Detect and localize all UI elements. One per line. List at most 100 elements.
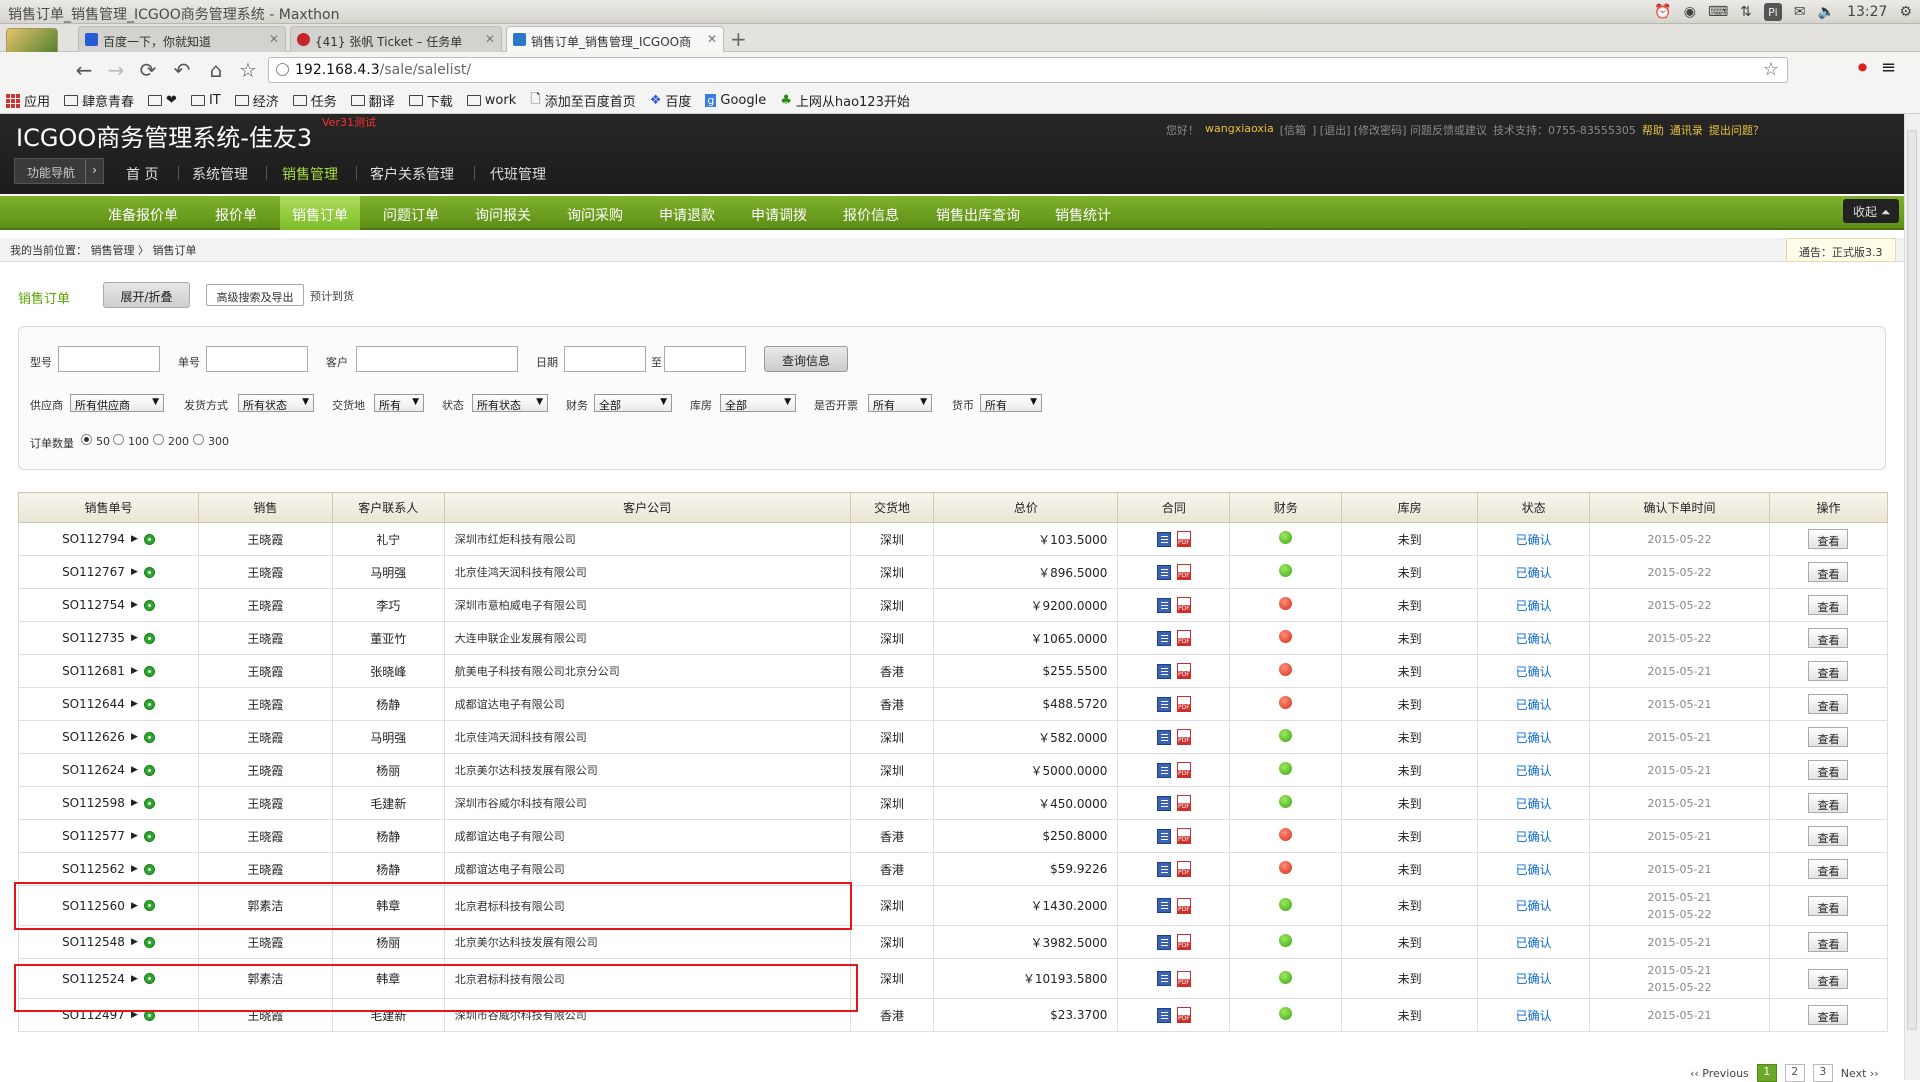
contacts-link[interactable]: 通讯录 bbox=[1670, 122, 1703, 138]
expand-triangle-icon[interactable]: ▶ bbox=[131, 937, 138, 947]
table-row[interactable]: SO112577 ▶ 王晓霞 杨静 成都谊达电子有限公司 香港 $250.8000 未到 已确认… bbox=[18, 819, 1889, 853]
order-no-link[interactable]: SO112794 bbox=[62, 532, 125, 546]
pdf-icon[interactable] bbox=[1176, 729, 1191, 745]
date-from-input[interactable] bbox=[564, 346, 646, 372]
expand-triangle-icon[interactable]: ▶ bbox=[131, 666, 138, 676]
view-button[interactable]: 查看 bbox=[1808, 932, 1849, 952]
word-document-icon[interactable] bbox=[1156, 630, 1171, 646]
mail-icon[interactable]: ✉ bbox=[1794, 4, 1806, 20]
menu-sales[interactable]: 销售管理 bbox=[282, 164, 338, 184]
expand-triangle-icon[interactable]: ▶ bbox=[131, 831, 138, 841]
order-no-link[interactable]: SO112681 bbox=[62, 664, 125, 678]
word-document-icon[interactable] bbox=[1156, 696, 1171, 712]
order-no-link[interactable]: SO112626 bbox=[62, 730, 125, 744]
word-document-icon[interactable] bbox=[1156, 762, 1171, 778]
bookmark-folder[interactable]: 经济 bbox=[234, 91, 279, 110]
back-icon[interactable]: ← bbox=[72, 58, 96, 82]
order-no-link[interactable]: SO112624 bbox=[62, 763, 125, 777]
order-no-link[interactable]: SO112562 bbox=[62, 862, 125, 876]
ask-question-link[interactable]: 提出问题？ bbox=[1709, 122, 1764, 138]
word-document-icon[interactable] bbox=[1156, 564, 1171, 580]
view-button[interactable]: 查看 bbox=[1808, 628, 1849, 648]
word-document-icon[interactable] bbox=[1156, 934, 1171, 950]
view-button[interactable]: 查看 bbox=[1808, 661, 1849, 681]
bookmark-folder[interactable]: 肆意青春 bbox=[64, 91, 134, 110]
order-status-link[interactable]: 已确认 bbox=[1516, 698, 1552, 712]
bookmark-link[interactable]: 🗋 添加至百度首页 bbox=[530, 90, 635, 112]
close-icon[interactable]: ✕ bbox=[707, 32, 717, 46]
view-button[interactable]: 查看 bbox=[1808, 826, 1849, 846]
bookmark-folder[interactable]: ❤ bbox=[148, 93, 177, 108]
favorite-star-icon[interactable]: ☆ bbox=[236, 58, 260, 82]
advanced-search-button[interactable]: 高级搜索及导出 bbox=[206, 284, 304, 306]
table-row[interactable]: SO112794 ▶ 王晓霞 礼宁 深圳市红炬科技有限公司 深圳 ￥103.5000 未到 已确… bbox=[18, 522, 1889, 556]
subnav-transfer[interactable]: 申请调拨 bbox=[744, 196, 814, 230]
view-button[interactable]: 查看 bbox=[1808, 895, 1849, 916]
prev-page-link[interactable]: ‹‹ Previous bbox=[1690, 1067, 1749, 1080]
table-row[interactable]: SO112754 ▶ 王晓霞 李巧 深圳市意柏威电子有限公司 深圳 ￥9200.0000 未到… bbox=[18, 588, 1889, 622]
subnav-quote-info[interactable]: 报价信息 bbox=[836, 196, 906, 230]
view-button[interactable]: 查看 bbox=[1808, 529, 1849, 549]
reload-icon[interactable]: ⟳ bbox=[136, 58, 160, 82]
expand-triangle-icon[interactable]: ▶ bbox=[131, 600, 138, 610]
close-icon[interactable]: ✕ bbox=[269, 32, 279, 46]
tab-ticket[interactable]: {41} 张帆 Ticket – 任务单 ✕ bbox=[290, 26, 502, 52]
pdf-icon[interactable] bbox=[1176, 897, 1191, 914]
expand-triangle-icon[interactable]: ▶ bbox=[131, 798, 138, 808]
menu-duty[interactable]: 代班管理 bbox=[490, 164, 546, 184]
username[interactable]: wangxiaoxia bbox=[1205, 122, 1274, 138]
query-button[interactable]: 查询信息 bbox=[764, 346, 848, 372]
table-row[interactable]: SO112767 ▶ 王晓霞 马明强 北京佳鸿天润科技有限公司 深圳 ￥896.5000 未到… bbox=[18, 555, 1889, 589]
view-button[interactable]: 查看 bbox=[1808, 968, 1849, 989]
scrollbar-thumb[interactable] bbox=[1907, 130, 1917, 1030]
order-status-link[interactable]: 已确认 bbox=[1516, 936, 1552, 950]
bookmark-apps[interactable]: 应用 bbox=[6, 91, 50, 110]
order-no-link[interactable]: SO112548 bbox=[62, 935, 125, 949]
chrome-icon[interactable]: ◉ bbox=[1684, 4, 1696, 20]
count-50-radio[interactable] bbox=[81, 434, 92, 445]
page-3[interactable]: 3 bbox=[1812, 1064, 1833, 1082]
pdf-icon[interactable] bbox=[1176, 531, 1191, 547]
order-status-link[interactable]: 已确认 bbox=[1516, 863, 1552, 877]
word-document-icon[interactable] bbox=[1156, 597, 1171, 613]
order-status-link[interactable]: 已确认 bbox=[1516, 533, 1552, 547]
order-status-link[interactable]: 已确认 bbox=[1516, 665, 1552, 679]
network-icon[interactable]: ⇅ bbox=[1740, 4, 1752, 20]
collapse-button[interactable]: 收起 ⏶ bbox=[1843, 199, 1899, 223]
pdf-icon[interactable] bbox=[1176, 934, 1191, 950]
order-status-link[interactable]: 已确认 bbox=[1516, 731, 1552, 745]
expand-triangle-icon[interactable]: ▶ bbox=[131, 567, 138, 577]
menu-system[interactable]: 系统管理 bbox=[192, 164, 248, 184]
expand-triangle-icon[interactable]: ▶ bbox=[131, 864, 138, 874]
supplier-select[interactable]: 所有供应商 ▼ bbox=[70, 394, 164, 412]
next-page-link[interactable]: Next ›› bbox=[1841, 1067, 1879, 1080]
pdf-icon[interactable] bbox=[1176, 861, 1191, 877]
pdf-icon[interactable] bbox=[1176, 970, 1191, 987]
subnav-problem-order[interactable]: 问题订单 bbox=[376, 196, 446, 230]
estimated-arrival-link[interactable]: 预计到货 bbox=[310, 288, 354, 304]
order-status-link[interactable]: 已确认 bbox=[1516, 899, 1552, 913]
expand-triangle-icon[interactable]: ▶ bbox=[131, 765, 138, 775]
pi-indicator-icon[interactable]: Pi bbox=[1763, 3, 1782, 21]
word-document-icon[interactable] bbox=[1156, 531, 1171, 547]
page-2[interactable]: 2 bbox=[1784, 1064, 1805, 1082]
word-document-icon[interactable] bbox=[1156, 663, 1171, 679]
help-link[interactable]: 帮助 bbox=[1642, 122, 1664, 138]
expand-collapse-button[interactable]: 展开/折叠 bbox=[103, 282, 190, 308]
pdf-icon[interactable] bbox=[1176, 1007, 1191, 1023]
store-select[interactable]: 全部 ▼ bbox=[720, 394, 796, 412]
function-nav-button[interactable]: 功能导航 › bbox=[14, 158, 104, 184]
view-button[interactable]: 查看 bbox=[1808, 694, 1849, 714]
table-row[interactable]: SO112624 ▶ 王晓霞 杨丽 北京美尔达科技发展有限公司 深圳 ￥5000.0000 未… bbox=[18, 753, 1889, 787]
tab-baidu[interactable]: 百度一下，你就知道 ✕ bbox=[78, 26, 286, 52]
menu-icon[interactable]: ≡ bbox=[1881, 57, 1896, 78]
subnav-outbound-query[interactable]: 销售出库查询 bbox=[928, 196, 1028, 230]
expand-triangle-icon[interactable]: ▶ bbox=[131, 732, 138, 742]
table-row[interactable]: SO112548 ▶ 王晓霞 杨丽 北京美尔达科技发展有限公司 深圳 ￥3982.5000 未… bbox=[18, 925, 1889, 959]
word-document-icon[interactable] bbox=[1156, 861, 1171, 877]
pdf-icon[interactable] bbox=[1176, 663, 1191, 679]
forward-icon[interactable]: → bbox=[104, 58, 128, 82]
keyboard-icon[interactable]: ⌨ bbox=[1708, 4, 1728, 20]
menu-crm[interactable]: 客户关系管理 bbox=[370, 164, 454, 184]
order-status-link[interactable]: 已确认 bbox=[1516, 566, 1552, 580]
